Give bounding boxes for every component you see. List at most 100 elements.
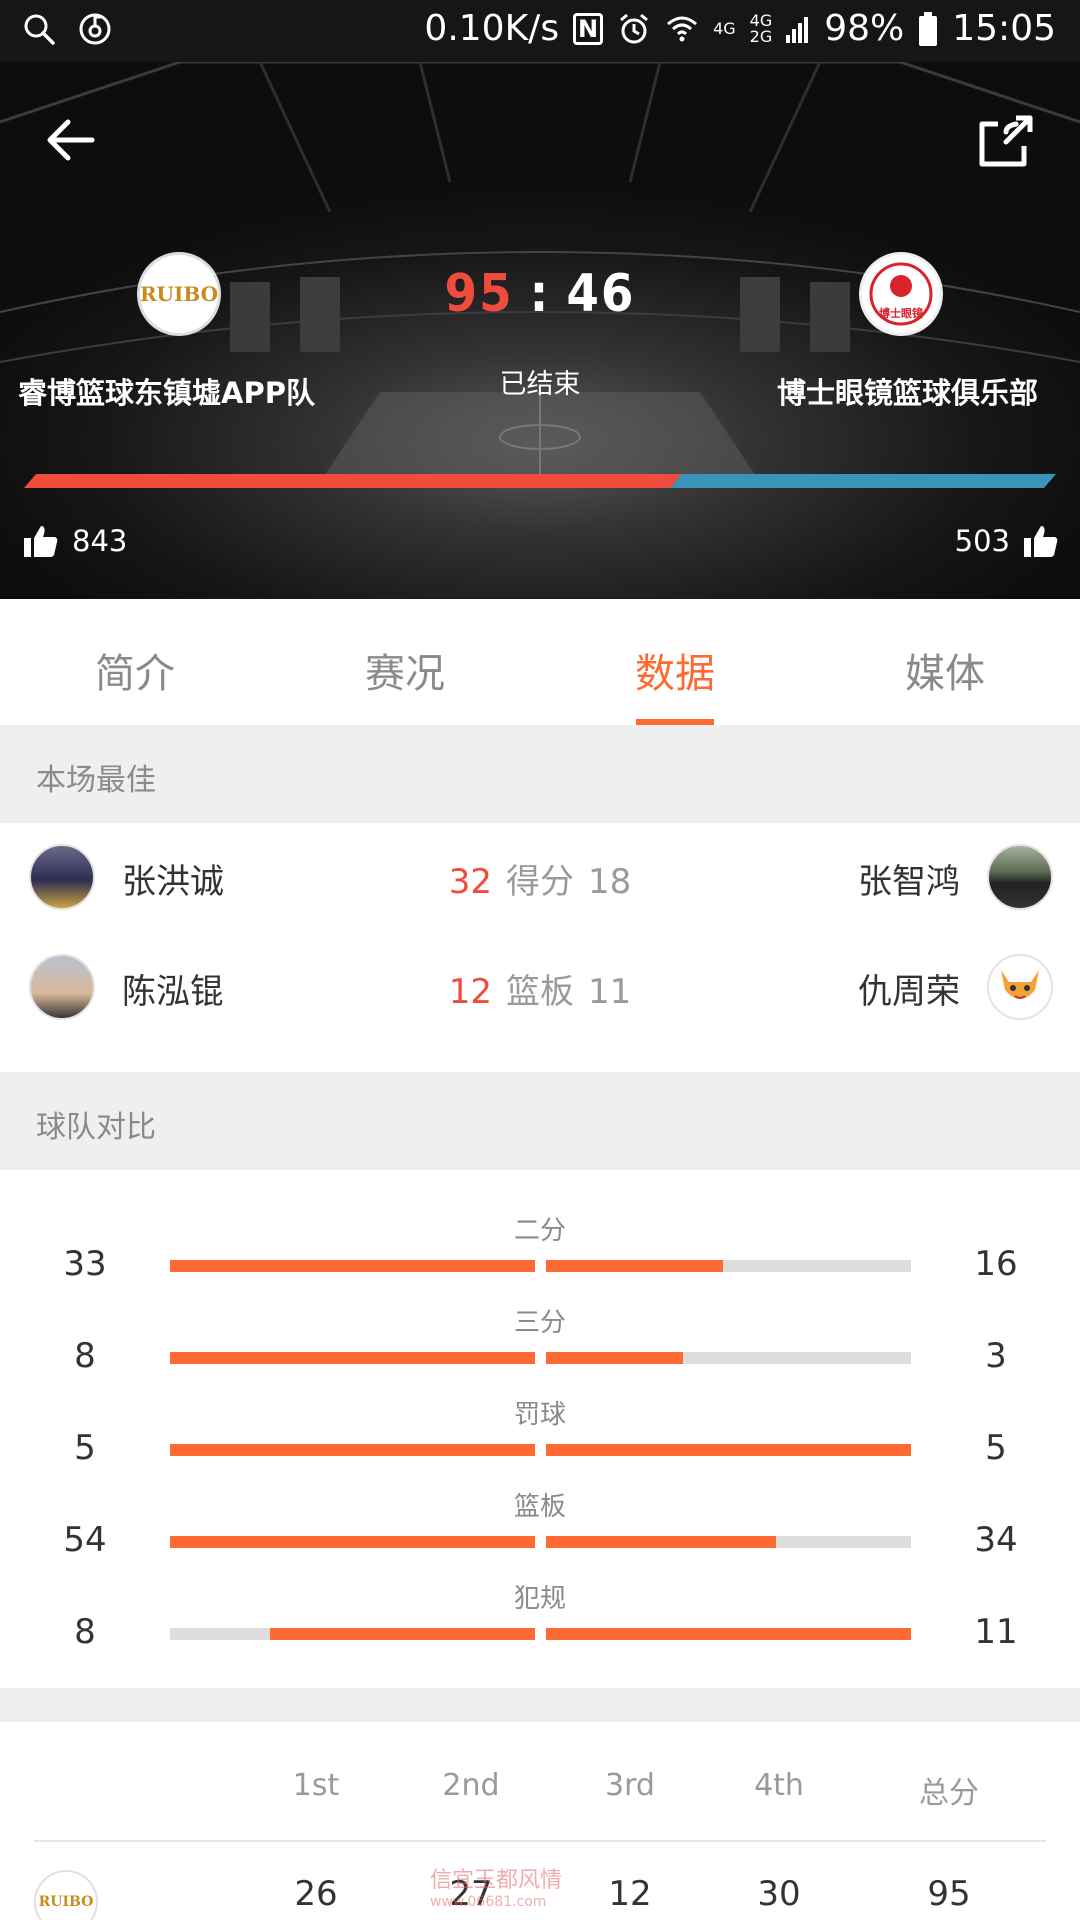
share-icon[interactable] <box>976 110 1036 170</box>
home-compare-value: 5 <box>74 1428 96 1468</box>
away-compare-fill <box>546 1352 683 1364</box>
home-compare-value: 8 <box>74 1612 96 1652</box>
away-team-logo: 博士眼镜 <box>859 252 943 336</box>
away-logo-text: 博士眼镜 <box>879 307 923 320</box>
tab-media[interactable]: 媒体 <box>810 599 1080 725</box>
home-stat-value: 12 <box>448 972 492 1012</box>
status-right: 0.10K/s N 4G 4G 2G 98% 15:05 <box>424 8 1056 49</box>
away-compare-fill <box>546 1628 911 1640</box>
best-players-header: 本场最佳 <box>0 725 1080 823</box>
home-compare-track <box>170 1352 535 1364</box>
away-compare-track <box>546 1444 911 1456</box>
quarter-header: 4th <box>754 1768 804 1803</box>
home-compare-track <box>170 1628 535 1640</box>
away-compare-fill <box>546 1444 911 1456</box>
compare-label: 犯规 <box>513 1584 566 1614</box>
away-likes[interactable]: 503 <box>955 524 1058 558</box>
home-likes-count: 843 <box>72 524 128 558</box>
quarter-score: 12 <box>608 1874 652 1914</box>
compare-row: 篮板 54 34 <box>0 1486 1080 1578</box>
away-compare-track <box>546 1352 911 1364</box>
home-player-name[interactable]: 陈泓锟 <box>122 964 224 1013</box>
home-team-logo: RUIBO <box>137 252 221 336</box>
home-logo-text: RUIBO <box>139 282 219 306</box>
avatar[interactable] <box>987 954 1053 1020</box>
score-separator: : <box>529 264 551 324</box>
clock: 15:05 <box>952 8 1056 49</box>
scoreboard: 95:46 <box>440 264 640 324</box>
thumbs-up-icon <box>24 526 58 557</box>
away-team-name[interactable]: 博士眼镜篮球俱乐部 <box>777 370 1038 412</box>
compare-row: 罚球 5 5 <box>0 1394 1080 1486</box>
best-stat: 12 篮板 11 <box>440 964 640 1013</box>
avatar[interactable] <box>29 954 95 1020</box>
home-compare-track <box>170 1444 535 1456</box>
away-player-name[interactable]: 张智鸿 <box>858 854 960 903</box>
network-speed: 0.10K/s <box>424 8 560 49</box>
best-row-rebounds: 陈泓锟 12 篮板 11 仇周荣 <box>0 940 1080 1050</box>
status-bar: 0.10K/s N 4G 4G 2G 98% 15:05 <box>0 0 1080 62</box>
netease-cloud-music-icon <box>79 13 111 45</box>
compare-label: 罚球 <box>513 1400 566 1430</box>
home-stat-value: 32 <box>448 862 492 902</box>
best-row-points: 张洪诚 32 得分 18 张智鸿 <box>0 830 1080 940</box>
search-icon <box>24 14 55 45</box>
nfc-icon: N <box>573 12 604 45</box>
home-logo-text: RUIBO <box>38 1894 94 1910</box>
home-compare-fill <box>269 1628 535 1640</box>
signal-2g-label: 2G <box>749 26 773 46</box>
away-stat-value: 11 <box>588 972 632 1012</box>
signal-bars-icon <box>786 16 809 43</box>
tab-live[interactable]: 赛况 <box>270 599 540 725</box>
home-compare-value: 33 <box>63 1244 107 1284</box>
back-arrow-icon[interactable] <box>40 110 100 170</box>
away-compare-track <box>546 1628 911 1640</box>
away-compare-track <box>546 1260 911 1272</box>
home-compare-value: 54 <box>63 1520 107 1560</box>
wifi-icon <box>667 16 698 41</box>
avatar[interactable] <box>29 844 95 910</box>
thumbs-up-icon <box>1024 526 1058 557</box>
home-player-name[interactable]: 张洪诚 <box>122 854 224 903</box>
quarter-score: 30 <box>757 1874 801 1914</box>
match-status: 已结束 <box>499 369 581 400</box>
compare-row: 二分 33 16 <box>0 1210 1080 1302</box>
total-header: 总分 <box>919 1776 979 1811</box>
away-compare-fill <box>546 1260 724 1272</box>
signal-4g-label: 4G <box>713 18 736 38</box>
best-stat: 32 得分 18 <box>440 854 640 903</box>
away-compare-fill <box>546 1536 776 1548</box>
battery-percent: 98% <box>824 8 905 49</box>
away-likes-count: 503 <box>954 524 1010 558</box>
compare-row: 犯规 8 11 <box>0 1578 1080 1670</box>
away-stat-value: 18 <box>588 862 632 902</box>
quarter-table-header: 1st 2nd 3rd 4th 总分 <box>0 1768 1080 1811</box>
stat-label: 篮板 <box>506 972 574 1012</box>
home-compare-track <box>170 1260 535 1272</box>
away-compare-value: 11 <box>974 1612 1018 1652</box>
home-support-segment <box>24 474 683 488</box>
home-compare-fill <box>170 1352 535 1364</box>
away-compare-value: 3 <box>985 1336 1007 1376</box>
away-compare-value: 16 <box>974 1244 1018 1284</box>
compare-label: 篮板 <box>513 1492 566 1522</box>
dual-signal-labels: 4G 2G <box>749 12 773 46</box>
home-compare-track <box>170 1536 535 1548</box>
app-screen: 0.10K/s N 4G 4G 2G 98% 15:05 RUIBO 博士眼镜 … <box>0 0 1080 1920</box>
tab-data[interactable]: 数据 <box>540 599 810 725</box>
home-score: 95 <box>444 264 514 324</box>
away-score: 46 <box>566 264 636 324</box>
avatar[interactable] <box>987 844 1053 910</box>
quarter-header: 2nd <box>442 1768 500 1803</box>
support-ratio-bar <box>24 474 1056 488</box>
home-likes[interactable]: 843 <box>24 524 127 558</box>
home-team-name[interactable]: 睿博篮球东镇墟APP队 <box>18 370 315 412</box>
away-compare-value: 5 <box>985 1428 1007 1468</box>
away-player-name[interactable]: 仇周荣 <box>858 964 960 1013</box>
compare-row: 三分 8 3 <box>0 1302 1080 1394</box>
away-compare-track <box>546 1536 911 1548</box>
tab-intro[interactable]: 简介 <box>0 599 270 725</box>
compare-label: 三分 <box>513 1308 566 1338</box>
alarm-icon <box>620 13 649 43</box>
quarter-score: 26 <box>294 1874 338 1914</box>
